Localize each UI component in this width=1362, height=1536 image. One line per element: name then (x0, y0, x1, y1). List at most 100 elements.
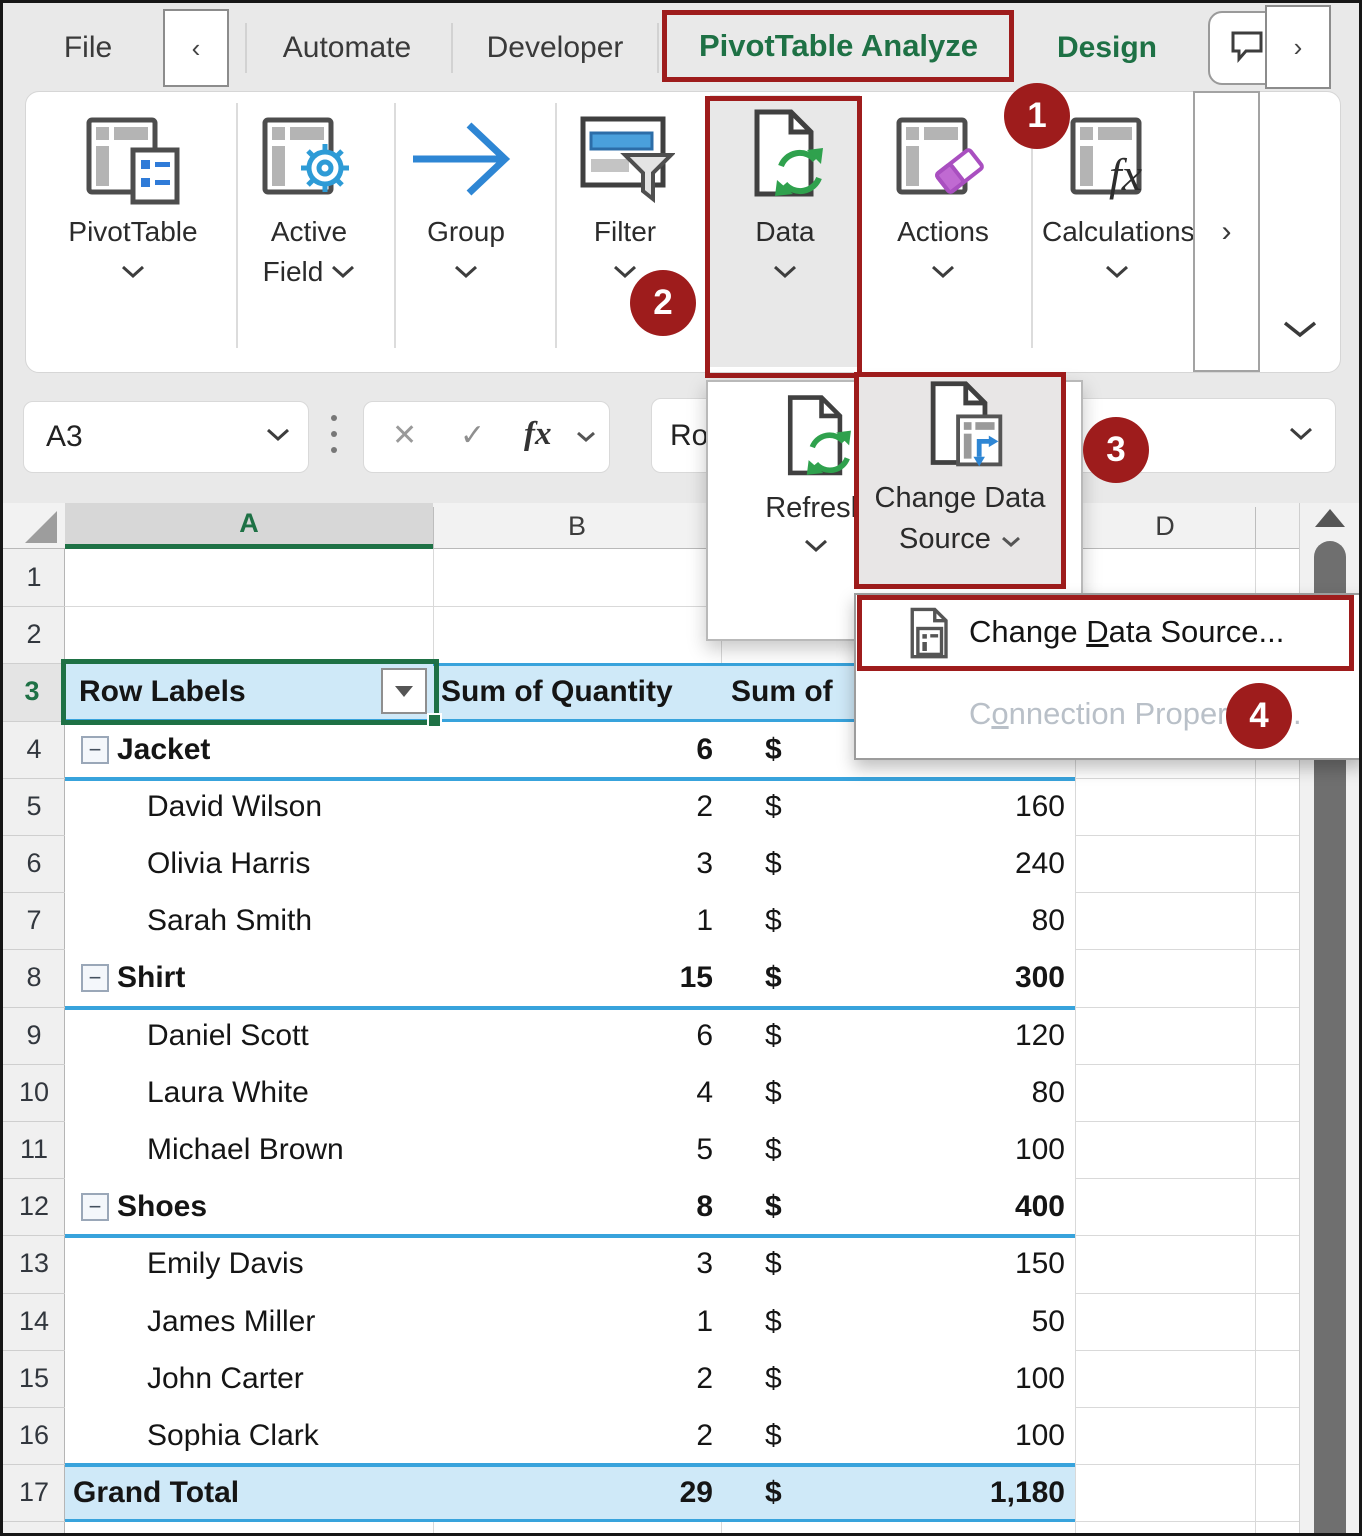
row-header-12[interactable]: 12 (3, 1178, 65, 1235)
row-header-17[interactable]: 17 (3, 1464, 65, 1521)
ribbon-data-button[interactable]: Data (710, 95, 860, 367)
row-header-6[interactable]: 6 (3, 835, 65, 892)
pivot-row-label[interactable]: Jacket (117, 721, 210, 778)
row-header-15[interactable]: 15 (3, 1350, 65, 1407)
ribbon-actions-button[interactable]: Actions (868, 95, 1018, 367)
collapse-button[interactable]: − (81, 964, 109, 993)
pivot-row-label[interactable]: John Carter (147, 1350, 304, 1407)
pivot-row-label[interactable]: David Wilson (147, 778, 322, 835)
submenu-item-change-data-source[interactable]: Change Data Source... (861, 598, 1355, 668)
pivot-row-quantity[interactable]: 2 (433, 1407, 713, 1464)
pivot-row-amount[interactable]: 100 (743, 1407, 1065, 1464)
tab-developer[interactable]: Developer (465, 11, 645, 85)
pivot-row-label[interactable]: Shirt (117, 949, 185, 1006)
pivot-row-quantity[interactable]: 6 (433, 721, 713, 778)
pivot-row-amount[interactable]: 240 (743, 835, 1065, 892)
row-header-9[interactable]: 9 (3, 1007, 65, 1064)
pivot-row-amount[interactable]: 50 (743, 1293, 1065, 1350)
collapse-ribbon-chevron-icon[interactable] (1283, 321, 1317, 344)
ribbon-active-field-button[interactable]: Active Field (234, 95, 384, 367)
tab-automate[interactable]: Automate (261, 11, 433, 85)
pivot-row-quantity[interactable]: 4 (433, 1064, 713, 1121)
name-box-chevron-icon[interactable] (266, 428, 290, 447)
pivot-row-quantity[interactable]: 5 (433, 1121, 713, 1178)
row-header-7[interactable]: 7 (3, 892, 65, 949)
calculations-icon: fx (1067, 106, 1167, 211)
pivot-row-amount[interactable]: 120 (743, 1007, 1065, 1064)
row-header-16[interactable]: 16 (3, 1407, 65, 1464)
pivot-row-amount[interactable]: 160 (743, 778, 1065, 835)
insert-function-icon[interactable]: fx (524, 416, 552, 453)
pivot-row-quantity[interactable]: 1 (433, 892, 713, 949)
row-header-13[interactable]: 13 (3, 1235, 65, 1292)
pivot-row-quantity[interactable]: 3 (433, 1235, 713, 1292)
pivot-row-amount[interactable]: 300 (743, 949, 1065, 1006)
row-header-10[interactable]: 10 (3, 1064, 65, 1121)
pivot-row-label[interactable]: Sophia Clark (147, 1407, 319, 1464)
pivot-row-label[interactable]: Olivia Harris (147, 835, 310, 892)
row-header-divider (3, 1292, 65, 1294)
pivot-row-label[interactable]: Grand Total (73, 1464, 239, 1521)
pivot-row-quantity[interactable]: 6 (433, 1007, 713, 1064)
cancel-icon[interactable]: ✕ (392, 418, 417, 453)
collapse-button[interactable]: − (81, 735, 109, 764)
collapse-button[interactable]: − (81, 1193, 109, 1222)
formula-expand-chevron-icon[interactable] (1289, 427, 1313, 446)
row-header-2[interactable]: 2 (3, 606, 65, 663)
pivot-header-sum-of-quantity[interactable]: Sum of Quantity (441, 663, 673, 720)
pivot-row-label[interactable]: James Miller (147, 1293, 315, 1350)
select-all-corner[interactable] (3, 503, 65, 549)
formula-bar-grip[interactable] (331, 415, 337, 453)
enter-icon[interactable]: ✓ (460, 418, 485, 453)
column-header-D[interactable]: D (1075, 503, 1255, 549)
ribbon-overflow-button[interactable]: › (1193, 91, 1260, 372)
pivot-row-amount[interactable]: 80 (743, 1064, 1065, 1121)
pivot-row-label[interactable]: Emily Davis (147, 1235, 304, 1292)
column-header-divider (1255, 507, 1256, 549)
pivot-row-quantity[interactable]: 1 (433, 1293, 713, 1350)
pivot-row-amount[interactable]: 1,180 (743, 1464, 1065, 1521)
ribbon-pivottable-button[interactable]: PivotTable (58, 95, 208, 367)
name-box[interactable]: A3 (23, 401, 309, 473)
ribbon-calculations-button[interactable]: fx Calculations (1042, 95, 1195, 367)
pivot-row-label[interactable]: Daniel Scott (147, 1007, 309, 1064)
fx-chevron-icon[interactable] (576, 430, 596, 448)
tab-file[interactable]: File (43, 11, 133, 85)
pivot-row-amount[interactable]: 100 (743, 1121, 1065, 1178)
pivot-row-label[interactable]: Michael Brown (147, 1121, 344, 1178)
pivot-row-amount[interactable]: 100 (743, 1350, 1065, 1407)
pivot-row-label[interactable]: Laura White (147, 1064, 309, 1121)
row-header-8[interactable]: 8 (3, 949, 65, 1006)
row-header-divider (3, 663, 65, 665)
pivot-row-amount[interactable]: 150 (743, 1235, 1065, 1292)
tab-pivottable-analyze[interactable]: PivotTable Analyze (664, 11, 1013, 81)
ribbon-back-button[interactable]: ‹ (163, 9, 229, 87)
column-header-B[interactable]: B (433, 503, 721, 549)
column-header-A[interactable]: A (65, 503, 433, 549)
row-header-3[interactable]: 3 (3, 663, 65, 721)
pivot-row-amount[interactable]: 400 (743, 1178, 1065, 1235)
pivot-row-label[interactable]: Sarah Smith (147, 892, 312, 949)
row-header-18[interactable]: 18 (3, 1521, 65, 1533)
ribbon-group-button[interactable]: Group (391, 95, 541, 367)
pivot-row-quantity[interactable]: 8 (433, 1178, 713, 1235)
row-header-5[interactable]: 5 (3, 778, 65, 835)
pivot-row-quantity[interactable]: 2 (433, 1350, 713, 1407)
pivot-row-amount[interactable]: 80 (743, 892, 1065, 949)
active-field-label2: Field (234, 256, 384, 287)
row-header-1[interactable]: 1 (3, 549, 65, 606)
pivot-row-quantity[interactable]: 3 (433, 835, 713, 892)
scrollbar-up-arrow[interactable] (1315, 509, 1345, 527)
row-header-divider (3, 720, 65, 722)
pivot-row-quantity[interactable]: 15 (433, 949, 713, 1006)
pivot-row-quantity[interactable]: 2 (433, 778, 713, 835)
tab-design[interactable]: Design (1039, 11, 1175, 85)
pivot-row-quantity[interactable]: 29 (433, 1464, 713, 1521)
pivot-row-label[interactable]: Shoes (117, 1178, 207, 1235)
ribbon-more-button[interactable]: › (1265, 5, 1331, 89)
pivot-header-sum-of-amount[interactable]: Sum of (731, 663, 833, 720)
row-header-14[interactable]: 14 (3, 1293, 65, 1350)
row-header-4[interactable]: 4 (3, 721, 65, 778)
menu-item-change-data-source[interactable]: Change Data Source (856, 374, 1064, 587)
row-header-11[interactable]: 11 (3, 1121, 65, 1178)
